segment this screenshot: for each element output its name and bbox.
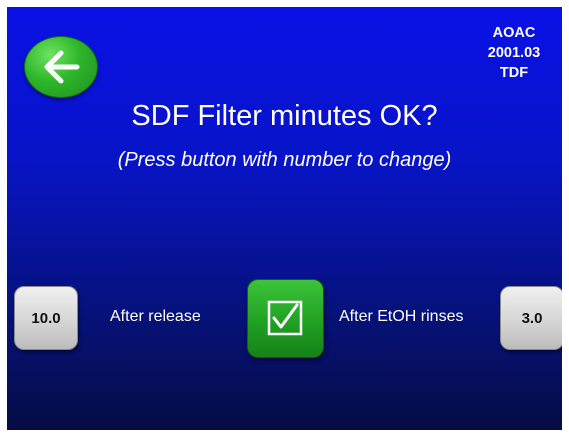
- after-release-label: After release: [110, 308, 201, 325]
- back-button[interactable]: [24, 36, 98, 98]
- prompt-title: SDF Filter minutes OK?: [131, 100, 438, 132]
- checkbox-check-icon: [267, 300, 303, 336]
- arrow-left-icon: [44, 50, 80, 84]
- after-release-minutes-button[interactable]: 10.0: [14, 286, 78, 350]
- method-name: AOAC: [492, 25, 536, 41]
- method-number: 2001.03: [487, 45, 541, 61]
- screen: AOAC 2001.03 TDF SDF Filter minutes OK? …: [7, 7, 562, 430]
- method-type: TDF: [499, 65, 529, 81]
- after-etoh-rinses-label: After EtOH rinses: [339, 308, 464, 325]
- method-label: AOAC 2001.03 TDF: [478, 23, 550, 83]
- after-etoh-rinses-minutes-button[interactable]: 3.0: [500, 286, 562, 350]
- prompt-subtitle: (Press button with number to change): [117, 149, 452, 171]
- confirm-button[interactable]: [247, 279, 324, 358]
